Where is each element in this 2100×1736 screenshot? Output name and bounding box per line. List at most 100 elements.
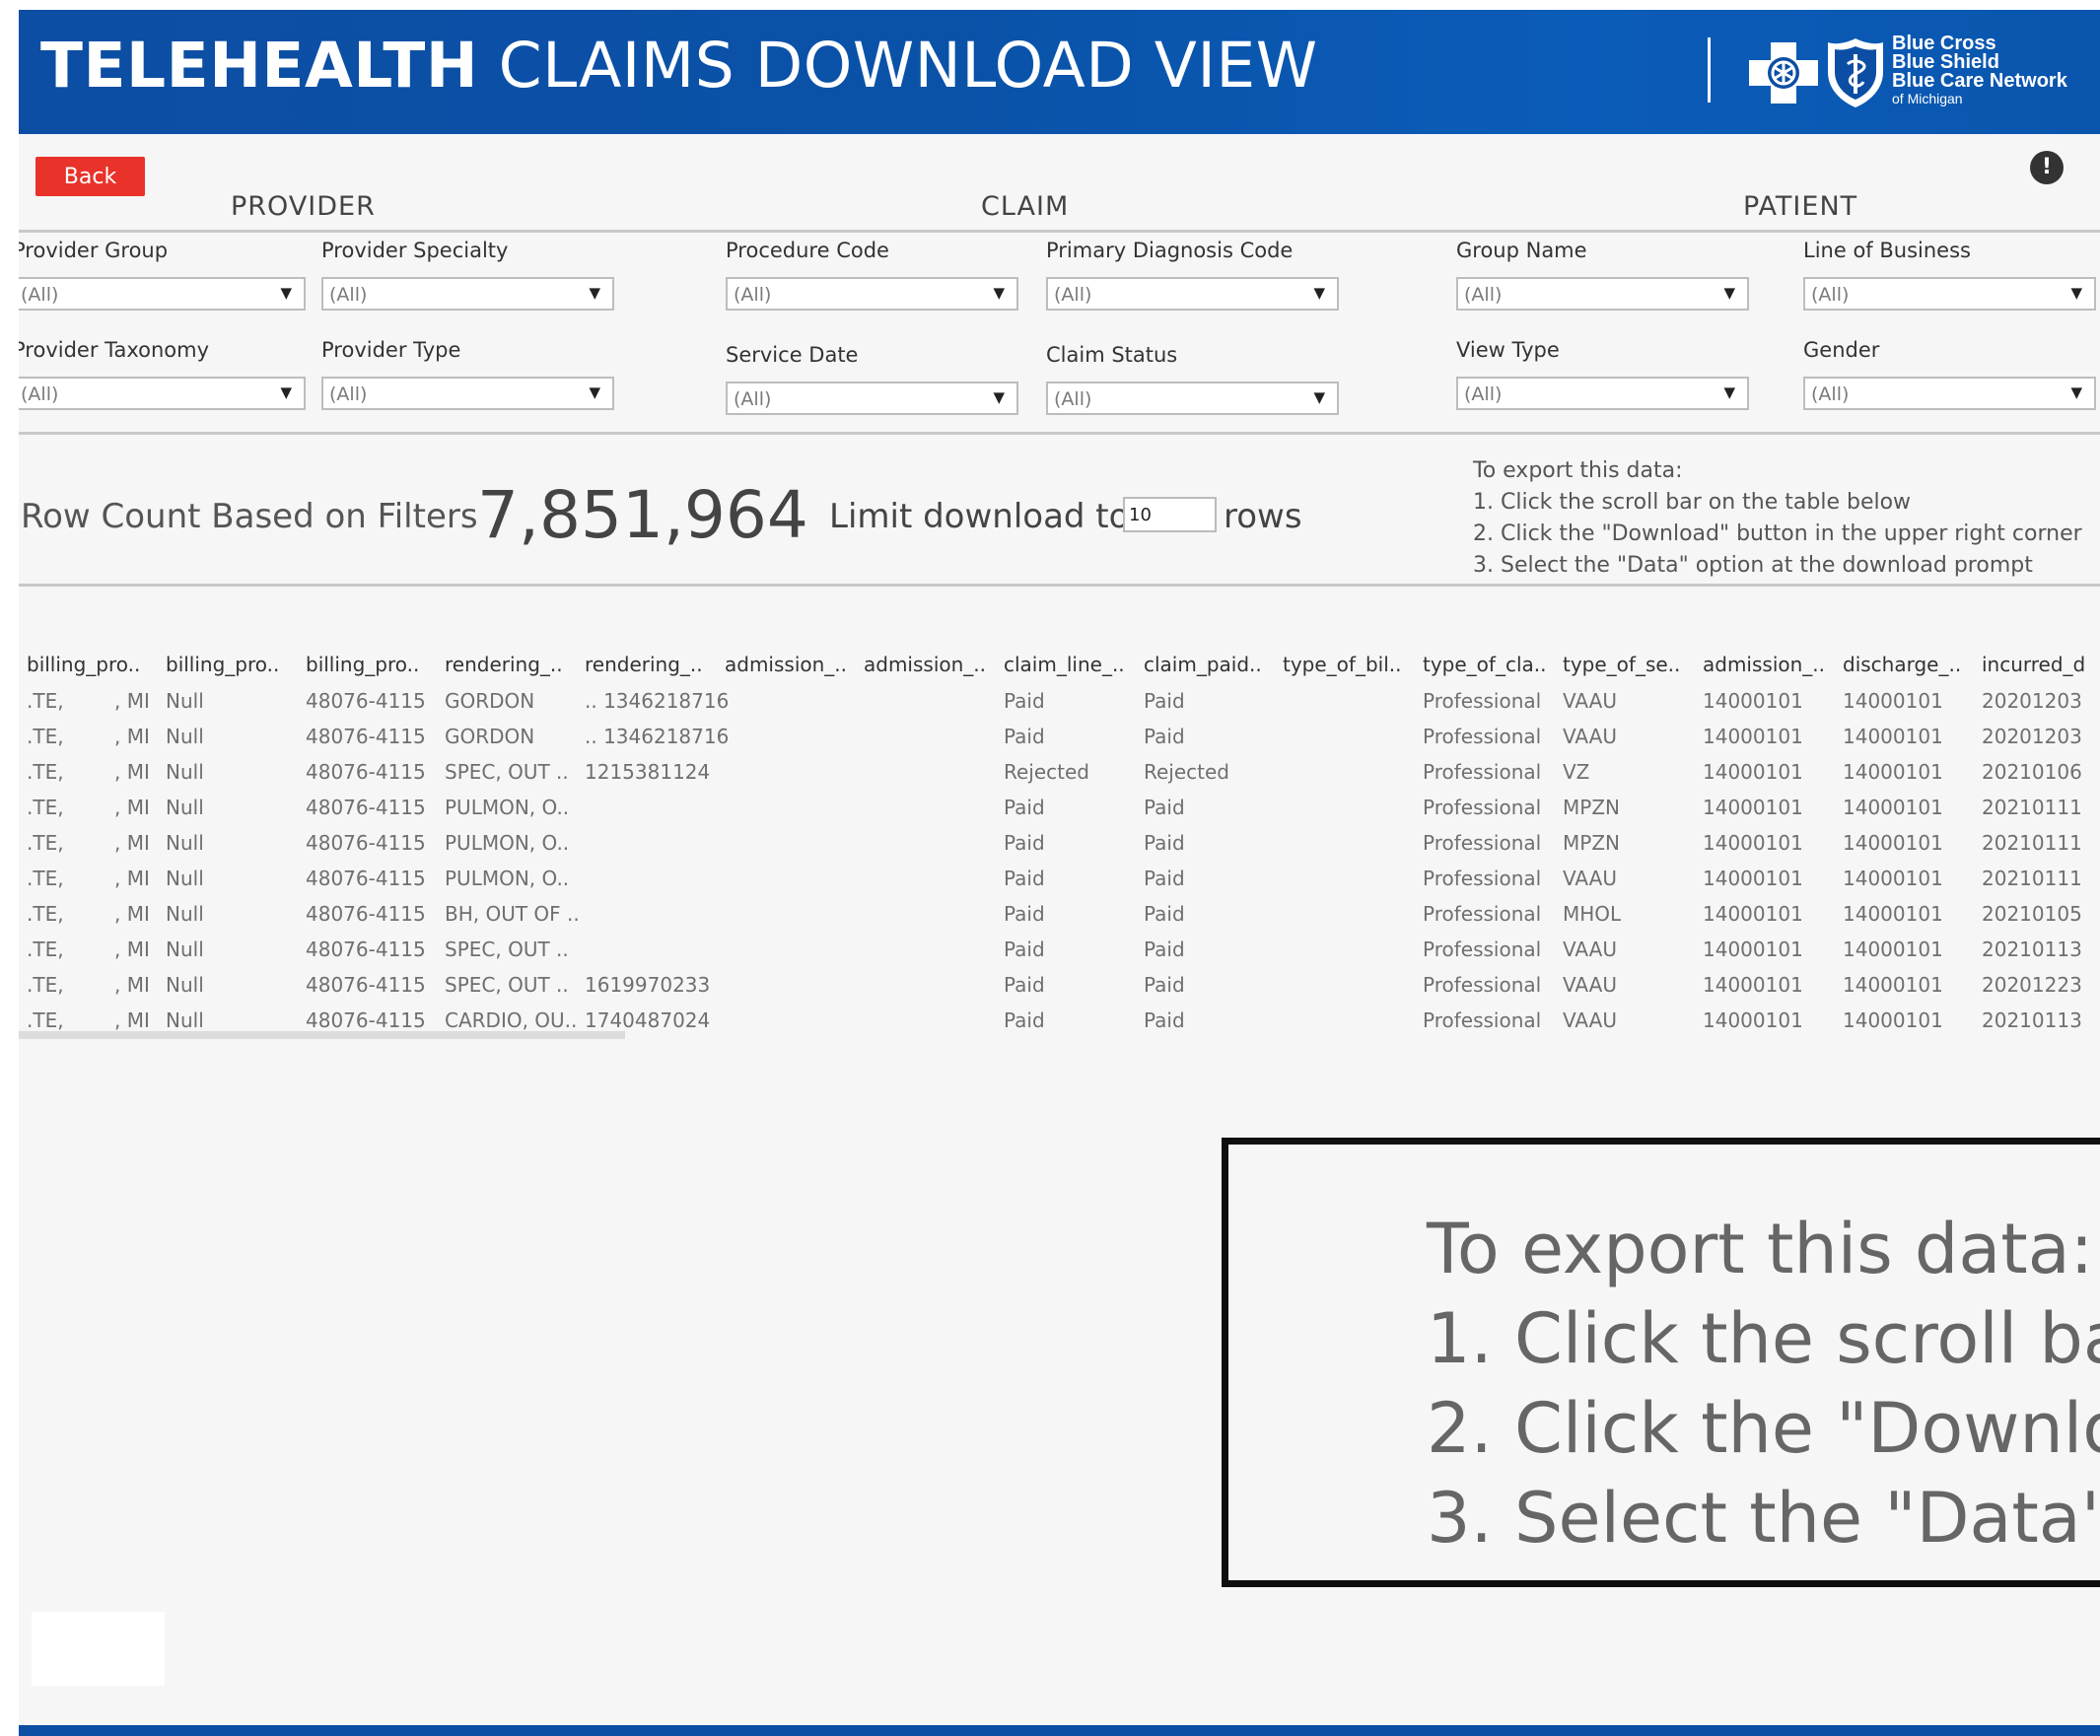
table-cell: Null	[166, 831, 204, 855]
table-cell: , MI	[114, 937, 150, 961]
table-cell: 48076-4115	[306, 760, 426, 784]
table-cell: .TE,	[27, 689, 64, 713]
zoomed-instructions-callout: To export this data: 1. Click the scroll…	[1222, 1138, 2100, 1587]
zoom-step-2: 2. Click the "Download" button in the up…	[1427, 1388, 2100, 1469]
dropdown-arrow-icon: ▼	[589, 383, 600, 401]
table-cell: Rejected	[1004, 760, 1090, 784]
primary-diagnosis-code-label: Primary Diagnosis Code	[1046, 239, 1294, 262]
column-header[interactable]: type_of_bil..	[1283, 653, 1401, 676]
table-cell: PULMON, O..	[445, 796, 570, 819]
provider-taxonomy-dropdown[interactable]: (All) ▼	[19, 377, 306, 410]
info-icon[interactable]: !	[2030, 151, 2064, 184]
table-cell: Null	[166, 796, 204, 819]
logo-line-3: Blue Care Network	[1892, 70, 2067, 92]
dropdown-arrow-icon: ▼	[2070, 383, 2082, 401]
claim-status-dropdown[interactable]: (All) ▼	[1046, 382, 1339, 415]
primary-diagnosis-code-dropdown[interactable]: (All) ▼	[1046, 277, 1339, 311]
dashboard-frame: TELEHEALTH CLAIMS DOWNLOAD VIEW Blue Cro…	[19, 10, 2100, 1736]
dropdown-value: (All)	[21, 284, 59, 306]
service-date-label: Service Date	[726, 343, 859, 367]
table-cell: .TE,	[27, 1008, 64, 1032]
column-header[interactable]: rendering_..	[585, 653, 703, 676]
column-header[interactable]: billing_pro..	[306, 653, 419, 676]
limit-rows-input[interactable]	[1123, 497, 1217, 532]
column-header[interactable]: admission_..	[1703, 653, 1825, 676]
table-cell: 48076-4115	[306, 796, 426, 819]
table-cell: 20210113	[1982, 1008, 2082, 1032]
column-header[interactable]: type_of_cla..	[1423, 653, 1546, 676]
table-cell: 14000101	[1843, 937, 1943, 961]
column-header[interactable]: claim_line_..	[1004, 653, 1125, 676]
table-cell: Paid	[1004, 902, 1045, 926]
instructions-step-3: 3. Select the "Data" option at the downl…	[1473, 553, 2033, 578]
provider-specialty-dropdown[interactable]: (All) ▼	[321, 277, 614, 311]
table-cell: 14000101	[1703, 689, 1803, 713]
line-of-business-filter: Line of Business (All) ▼	[1803, 239, 2096, 311]
gender-dropdown[interactable]: (All) ▼	[1803, 377, 2096, 410]
table-cell: Paid	[1144, 1008, 1185, 1032]
view-type-dropdown[interactable]: (All) ▼	[1456, 377, 1749, 410]
line-of-business-dropdown[interactable]: (All) ▼	[1803, 277, 2096, 311]
table-cell: , MI	[114, 689, 150, 713]
table-cell: Professional	[1423, 725, 1542, 748]
dropdown-value: (All)	[329, 383, 368, 405]
table-cell: 20201203	[1982, 725, 2082, 748]
table-cell: 14000101	[1703, 937, 1803, 961]
provider-type-filter: Provider Type (All) ▼	[321, 338, 614, 410]
service-date-dropdown[interactable]: (All) ▼	[726, 382, 1018, 415]
table-cell: 14000101	[1843, 725, 1943, 748]
column-header[interactable]: admission_..	[725, 653, 847, 676]
table-cell: VAAU	[1563, 689, 1617, 713]
group-name-filter: Group Name (All) ▼	[1456, 239, 1749, 311]
table-cell: VAAU	[1563, 937, 1617, 961]
table-cell: Null	[166, 867, 204, 890]
instructions-step-1: 1. Click the scroll bar on the table bel…	[1473, 490, 1912, 515]
table-cell: .. 1346218716	[585, 689, 730, 713]
table-cell: 14000101	[1843, 973, 1943, 997]
blue-shield-icon	[1828, 38, 1883, 107]
column-header[interactable]: incurred_d	[1982, 653, 2085, 676]
table-cell: 14000101	[1703, 760, 1803, 784]
table-cell: 20210113	[1982, 937, 2082, 961]
table-cell: 48076-4115	[306, 725, 426, 748]
provider-type-dropdown[interactable]: (All) ▼	[321, 377, 614, 410]
row-count-label: Row Count Based on Filters	[21, 497, 478, 536]
back-button[interactable]: Back	[35, 157, 145, 196]
table-cell: BH, OUT OF ..	[445, 902, 580, 926]
procedure-code-dropdown[interactable]: (All) ▼	[726, 277, 1018, 311]
section-divider	[19, 230, 2100, 233]
table-cell: 48076-4115	[306, 867, 426, 890]
zoomed-instructions-text: To export this data: 1. Click the scroll…	[1427, 1205, 2100, 1563]
summary-divider	[19, 584, 2100, 587]
table-cell: .TE,	[27, 725, 64, 748]
table-cell: , MI	[114, 867, 150, 890]
table-cell: Professional	[1423, 796, 1542, 819]
table-cell: 14000101	[1703, 867, 1803, 890]
group-name-dropdown[interactable]: (All) ▼	[1456, 277, 1749, 311]
table-cell: Professional	[1423, 973, 1542, 997]
column-header[interactable]: rendering_..	[445, 653, 563, 676]
zoom-step-3: 3. Select the "Data" option at the downl…	[1427, 1478, 2100, 1559]
zoom-heading: To export this data:	[1427, 1209, 2094, 1289]
column-header[interactable]: type_of_se..	[1563, 653, 1680, 676]
dropdown-arrow-icon: ▼	[280, 383, 292, 401]
table-cell: Professional	[1423, 867, 1542, 890]
dropdown-arrow-icon: ▼	[993, 388, 1005, 406]
header-banner: TELEHEALTH CLAIMS DOWNLOAD VIEW Blue Cro…	[19, 10, 2100, 134]
dropdown-value: (All)	[1811, 284, 1850, 306]
column-header[interactable]: billing_pro..	[27, 653, 140, 676]
table-cell: MHOL	[1563, 902, 1622, 926]
column-header[interactable]: billing_pro..	[166, 653, 279, 676]
column-header[interactable]: discharge_..	[1843, 653, 1961, 676]
table-cell: 48076-4115	[306, 831, 426, 855]
column-header[interactable]: admission_..	[864, 653, 986, 676]
table-cell: .TE,	[27, 973, 64, 997]
provider-group-dropdown[interactable]: (All) ▼	[19, 277, 306, 311]
table-cell: Professional	[1423, 902, 1542, 926]
table-cell: , MI	[114, 902, 150, 926]
column-header[interactable]: claim_paid..	[1144, 653, 1262, 676]
dropdown-value: (All)	[1464, 383, 1503, 405]
table-cell: 20201223	[1982, 973, 2082, 997]
dropdown-value: (All)	[734, 284, 772, 306]
table-horizontal-scrollbar[interactable]	[19, 1031, 625, 1039]
